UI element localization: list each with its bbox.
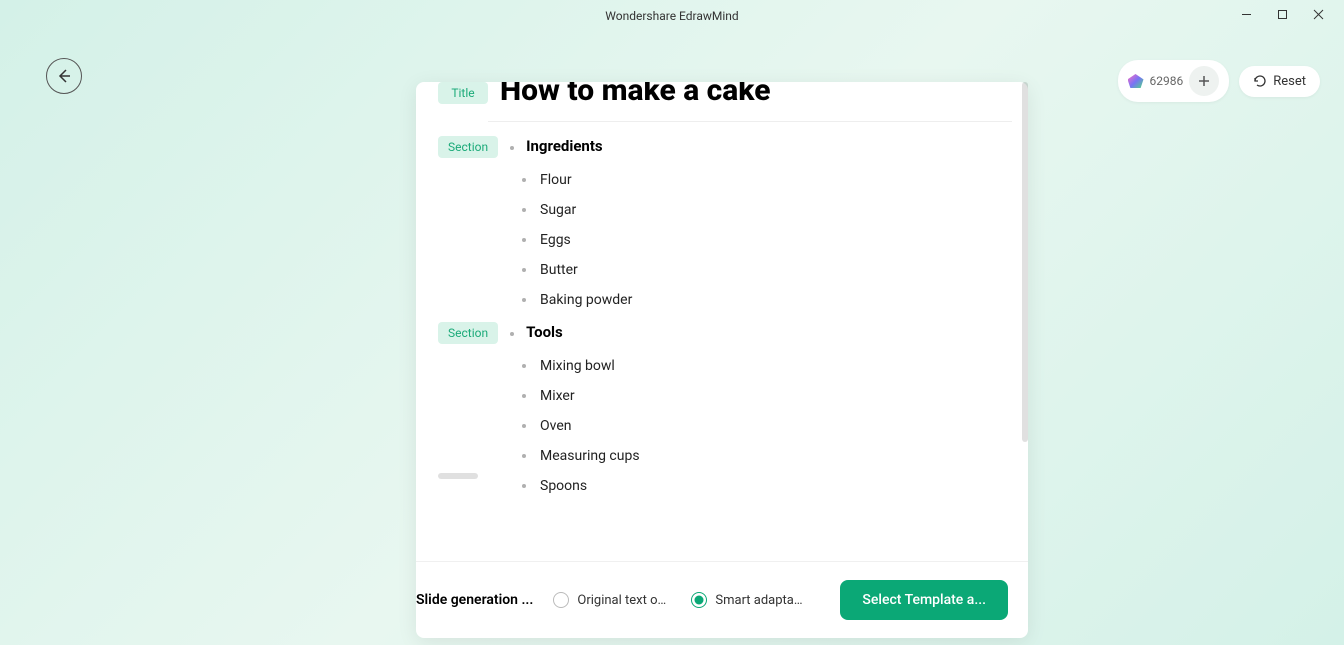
radio-group: Original text o... Smart adaptation [553, 592, 820, 608]
reset-icon [1253, 74, 1267, 88]
bullet-icon [522, 424, 526, 428]
radio-original-label: Original text o... [577, 593, 667, 608]
title-row: Title How to make a cake [438, 82, 1012, 107]
section-row: Section Ingredients [438, 136, 1012, 158]
radio-icon [553, 592, 569, 608]
credits-value: 62986 [1150, 74, 1184, 88]
list-item[interactable]: Baking powder [522, 292, 1012, 308]
bullet-icon [522, 484, 526, 488]
list-item-text: Butter [540, 262, 578, 278]
radio-original-text[interactable]: Original text o... [553, 592, 667, 608]
bullet-icon [522, 178, 526, 182]
content-panel: Title How to make a cake Section Ingredi… [416, 82, 1028, 638]
horizontal-scroll-hint[interactable] [438, 473, 478, 479]
minimize-button[interactable] [1228, 0, 1264, 28]
plus-icon [1198, 75, 1210, 87]
app-title: Wondershare EdrawMind [605, 9, 738, 23]
bullet-icon [522, 298, 526, 302]
titlebar: Wondershare EdrawMind [0, 0, 1344, 32]
reset-label: Reset [1273, 74, 1306, 89]
radio-smart-adaptation[interactable]: Smart adaptation [691, 592, 805, 608]
scrollbar-thumb[interactable] [1022, 82, 1028, 442]
list-item[interactable]: Mixing bowl [522, 358, 1012, 374]
list-item-text: Eggs [540, 232, 571, 248]
bullet-icon [510, 332, 514, 336]
reset-button[interactable]: Reset [1239, 66, 1320, 97]
bullet-icon [510, 146, 514, 150]
radio-icon-selected [691, 592, 707, 608]
select-template-button[interactable]: Select Template a... [840, 580, 1008, 620]
document-title[interactable]: How to make a cake [500, 82, 1012, 107]
close-icon [1313, 9, 1324, 20]
bullet-icon [522, 454, 526, 458]
credits-icon [1128, 74, 1144, 88]
list-item-text: Mixer [540, 388, 575, 404]
bullet-icon [522, 364, 526, 368]
top-actions: 62986 Reset [1118, 60, 1321, 102]
list-item-text: Baking powder [540, 292, 632, 308]
list-item[interactable]: Measuring cups [522, 448, 1012, 464]
list-item-text: Oven [540, 418, 571, 434]
content-scroll-area[interactable]: Title How to make a cake Section Ingredi… [416, 82, 1028, 561]
back-button[interactable] [46, 58, 82, 94]
window-controls [1228, 0, 1336, 28]
list-item-text: Mixing bowl [540, 358, 615, 374]
list-item-text: Flour [540, 172, 572, 188]
separator [488, 121, 1012, 122]
list-item-text: Spoons [540, 478, 587, 494]
section-row: Section Tools [438, 322, 1012, 344]
radio-smart-label: Smart adaptation [715, 593, 805, 608]
slide-generation-label: Slide generation ... [416, 592, 533, 608]
title-tag: Title [438, 82, 488, 104]
close-button[interactable] [1300, 0, 1336, 28]
bottom-bar: Slide generation ... Original text o... … [416, 561, 1028, 638]
minimize-icon [1241, 9, 1252, 20]
list-item[interactable]: Oven [522, 418, 1012, 434]
section-heading[interactable]: Tools [526, 323, 563, 341]
maximize-button[interactable] [1264, 0, 1300, 28]
credits-badge[interactable]: 62986 [1118, 60, 1230, 102]
section-heading[interactable]: Ingredients [526, 137, 603, 155]
section-tag: Section [438, 322, 498, 344]
arrow-left-icon [55, 67, 73, 85]
section-tag: Section [438, 136, 498, 158]
list-item-text: Sugar [540, 202, 576, 218]
list-item[interactable]: Flour [522, 172, 1012, 188]
list-item[interactable]: Mixer [522, 388, 1012, 404]
maximize-icon [1277, 9, 1288, 20]
bullet-icon [522, 238, 526, 242]
list-item-text: Measuring cups [540, 448, 640, 464]
bullet-icon [522, 268, 526, 272]
list-item[interactable]: Sugar [522, 202, 1012, 218]
bullet-icon [522, 394, 526, 398]
add-credits-button[interactable] [1189, 66, 1219, 96]
list-item[interactable]: Spoons [522, 478, 1012, 494]
list-item[interactable]: Butter [522, 262, 1012, 278]
list-item[interactable]: Eggs [522, 232, 1012, 248]
bullet-icon [522, 208, 526, 212]
